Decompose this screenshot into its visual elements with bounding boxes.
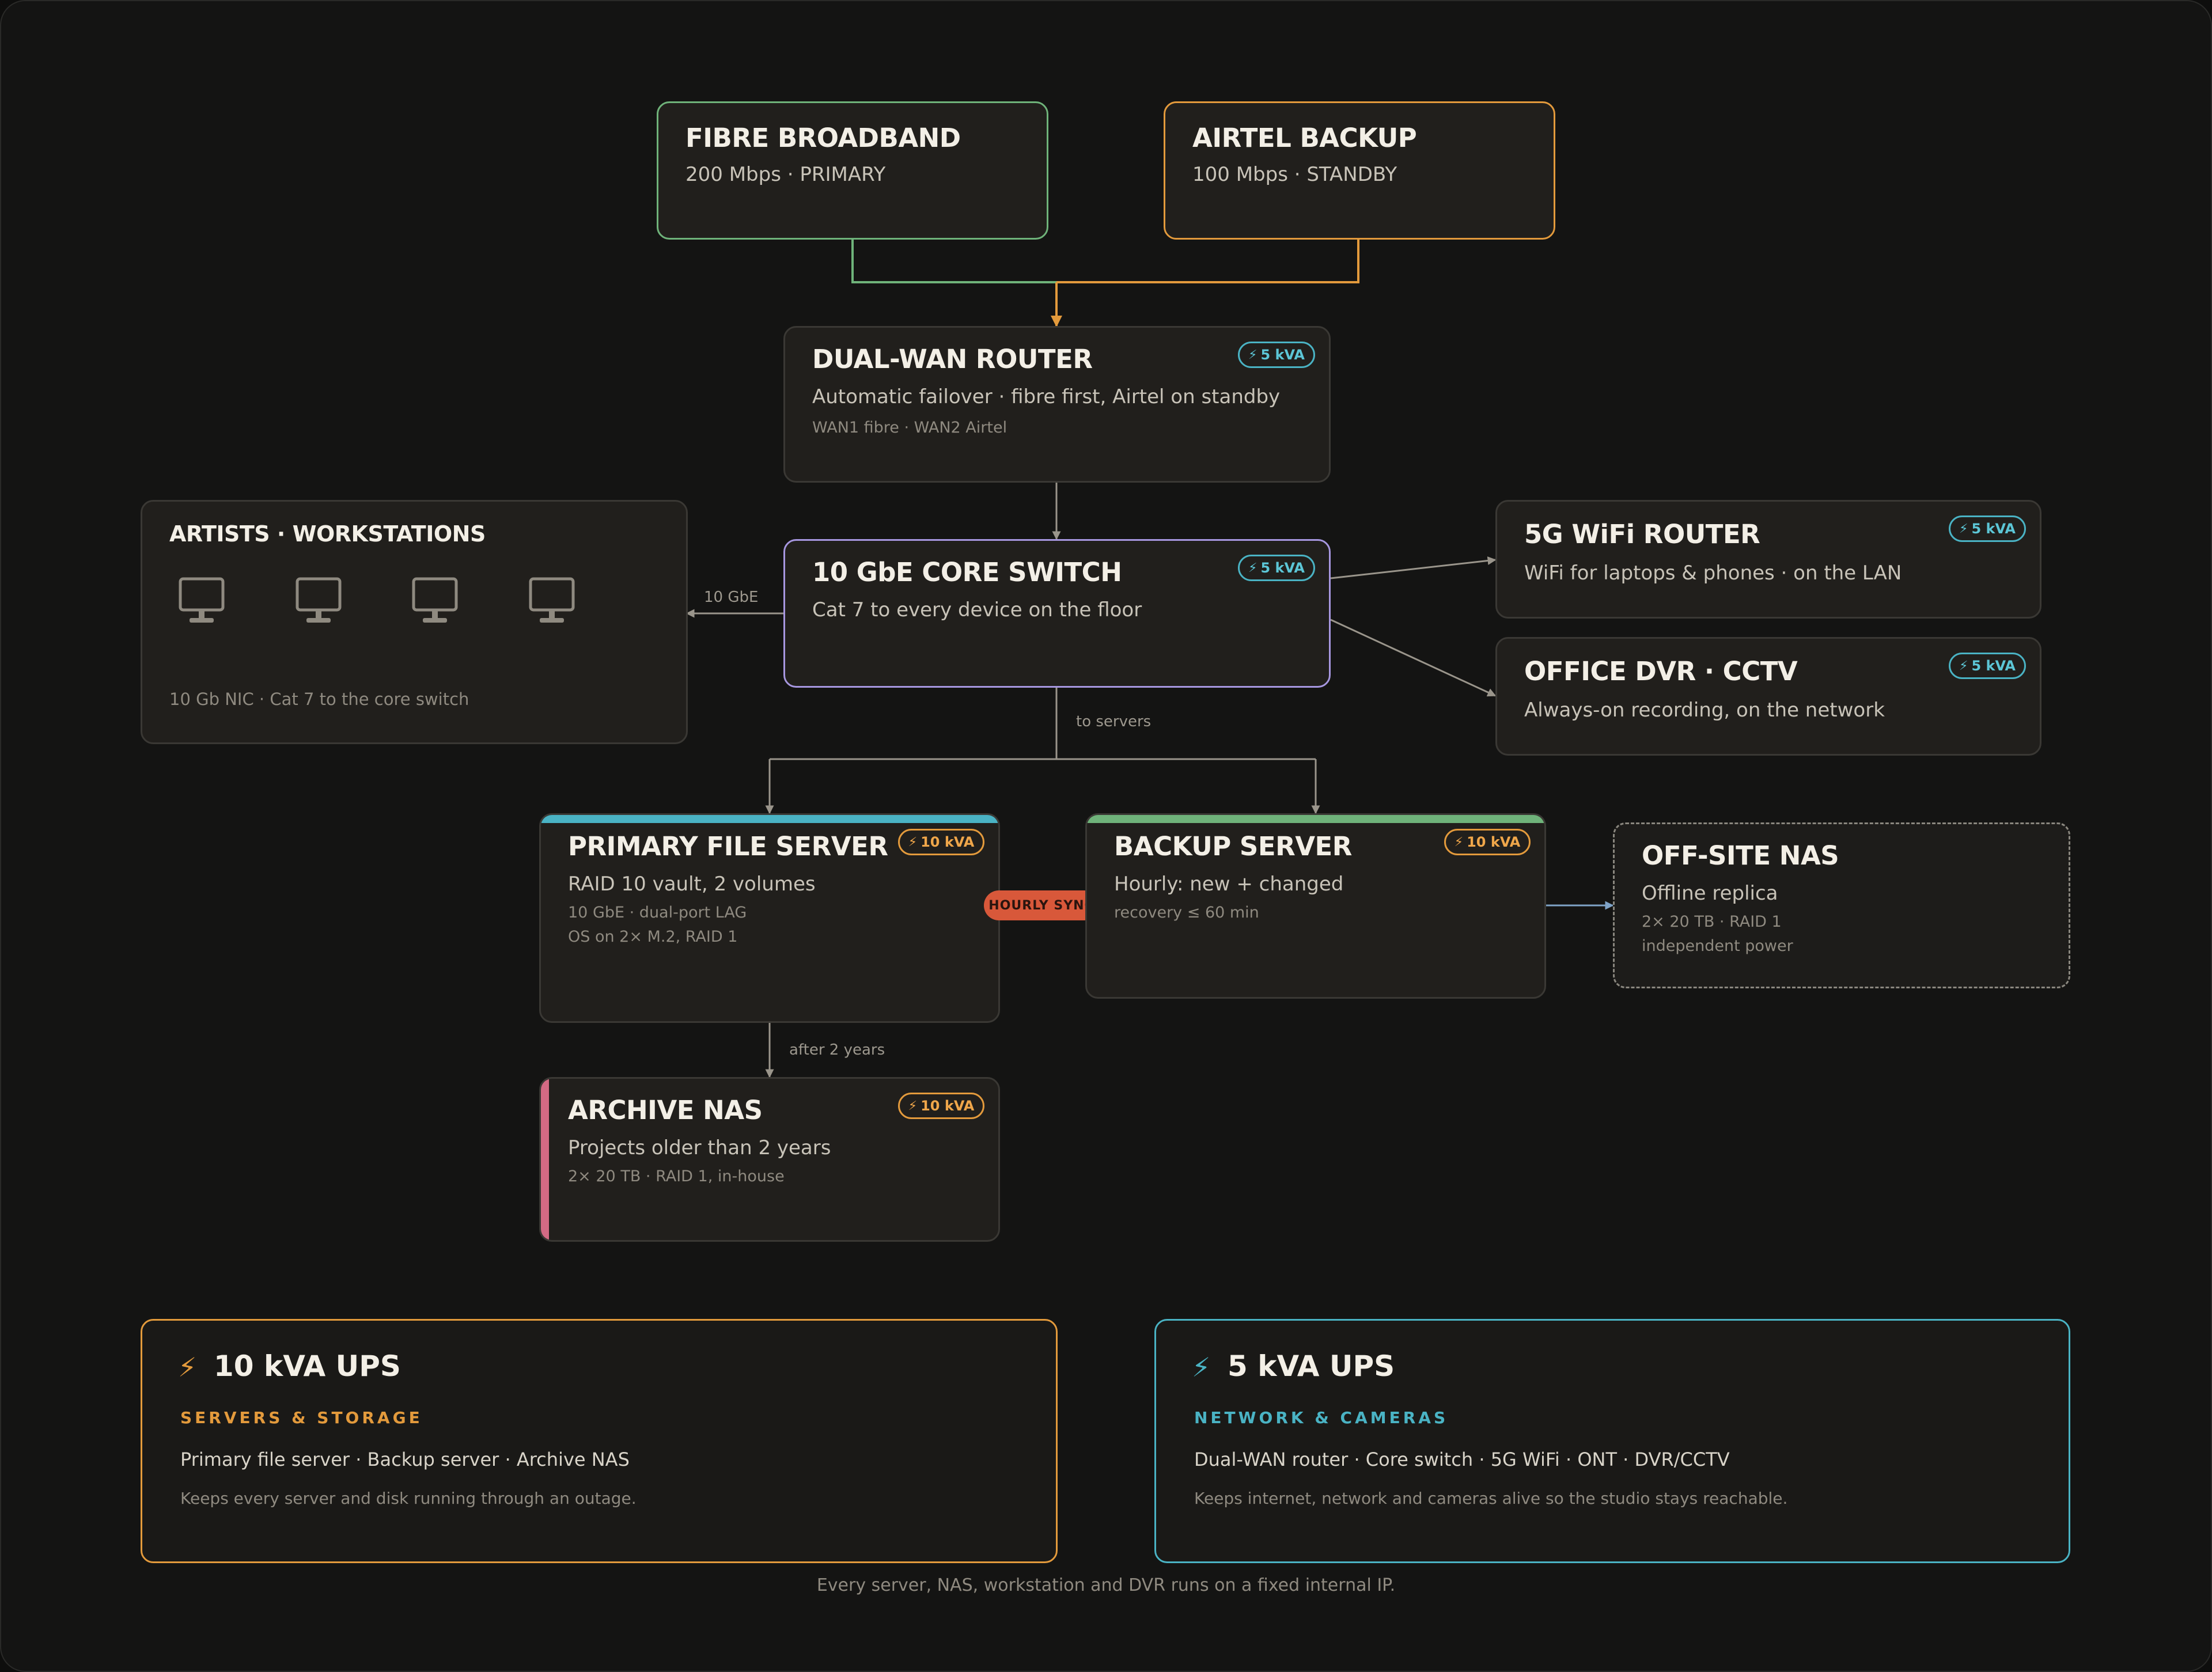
offsite-subtitle: Offline replica bbox=[1642, 882, 1778, 905]
servers-link-label: to servers bbox=[1076, 713, 1152, 730]
ups-10kva-tag: SERVERS & STORAGE bbox=[180, 1408, 423, 1427]
backup-server-node: BACKUP SERVER Hourly: new + changed reco… bbox=[1085, 813, 1546, 999]
backup-badge-label: 10 kVA bbox=[1467, 834, 1521, 850]
router-badge-label: 5 kVA bbox=[1260, 347, 1305, 363]
archive-link-label: after 2 years bbox=[789, 1041, 885, 1059]
ups-5kva-loads: Dual-WAN router · Core switch · 5G WiFi … bbox=[1194, 1449, 1730, 1470]
ups-5kva-note: Keeps internet, network and cameras aliv… bbox=[1194, 1489, 1788, 1508]
primary-subtitle: RAID 10 vault, 2 volumes bbox=[568, 873, 816, 896]
backup-power-badge: ⚡ 10 kVA bbox=[1444, 829, 1531, 855]
backup-title: BACKUP SERVER bbox=[1114, 831, 1352, 862]
archive-power-badge: ⚡ 10 kVA bbox=[898, 1093, 984, 1119]
router-power-badge: ⚡ 5 kVA bbox=[1238, 342, 1315, 368]
airtel-backup-node: AIRTEL BACKUP 100 Mbps · STANDBY bbox=[1164, 101, 1555, 240]
switch-title: 10 GbE CORE SWITCH bbox=[812, 557, 1122, 587]
fibre-to-router-line bbox=[851, 238, 1056, 283]
artists-meta: 10 Gb NIC · Cat 7 to the core switch bbox=[169, 689, 469, 709]
bolt-icon: ⚡ bbox=[1959, 658, 1968, 673]
bolt-icon: ⚡ bbox=[1959, 521, 1968, 536]
backup-meta: recovery ≤ 60 min bbox=[1114, 904, 1259, 922]
offsite-meta-disks: 2× 20 TB · RAID 1 bbox=[1642, 913, 1782, 931]
offsite-title: OFF-SITE NAS bbox=[1642, 840, 1839, 871]
primary-file-server-node: PRIMARY FILE SERVER RAID 10 vault, 2 vol… bbox=[539, 813, 1000, 1023]
airtel-title: AIRTEL BACKUP bbox=[1192, 123, 1417, 153]
router-subtitle: Automatic failover · fibre first, Airtel… bbox=[812, 385, 1281, 408]
bolt-icon: ⚡ bbox=[1192, 1352, 1211, 1383]
wifi-badge-label: 5 kVA bbox=[1971, 521, 2016, 537]
switch-to-servers-line bbox=[770, 687, 1316, 760]
wifi-power-badge: ⚡ 5 kVA bbox=[1949, 515, 2026, 542]
airtel-subtitle: 100 Mbps · STANDBY bbox=[1192, 163, 1397, 186]
backup-accent-bar bbox=[1087, 815, 1544, 823]
switch-to-dvr-arrow bbox=[1330, 619, 1497, 697]
core-switch-node: 10 GbE CORE SWITCH Cat 7 to every device… bbox=[783, 539, 1331, 688]
artists-link-label: 10 GbE bbox=[704, 589, 759, 606]
monitor-icon bbox=[296, 577, 342, 623]
fibre-broadband-node: FIBRE BROADBAND 200 Mbps · PRIMARY bbox=[657, 101, 1048, 240]
router-title: DUAL-WAN ROUTER bbox=[812, 344, 1093, 374]
offsite-nas-node: OFF-SITE NAS Offline replica 2× 20 TB · … bbox=[1613, 822, 2070, 988]
primary-badge-label: 10 kVA bbox=[921, 834, 975, 850]
archive-title: ARCHIVE NAS bbox=[568, 1095, 763, 1125]
ups-5kva-tag: NETWORK & CAMERAS bbox=[1194, 1408, 1449, 1427]
fibre-subtitle: 200 Mbps · PRIMARY bbox=[685, 163, 886, 186]
bolt-icon: ⚡ bbox=[1248, 347, 1257, 362]
monitor-icon bbox=[412, 577, 458, 623]
airtel-to-router-line bbox=[1056, 238, 1359, 283]
ups-10kva-note: Keeps every server and disk running thro… bbox=[180, 1489, 637, 1508]
router-meta: WAN1 fibre · WAN2 Airtel bbox=[812, 419, 1007, 437]
primary-meta-os: OS on 2× M.2, RAID 1 bbox=[568, 928, 738, 946]
dvr-title: OFFICE DVR · CCTV bbox=[1524, 656, 1798, 687]
backup-subtitle: Hourly: new + changed bbox=[1114, 873, 1344, 896]
offsite-meta-power: independent power bbox=[1642, 937, 1793, 955]
wifi-router-node: 5G WiFi ROUTER WiFi for laptops & phones… bbox=[1495, 500, 2041, 619]
ups-10kva-loads: Primary file server · Backup server · Ar… bbox=[180, 1449, 630, 1470]
wifi-subtitle: WiFi for laptops & phones · on the LAN bbox=[1524, 562, 1902, 585]
office-dvr-node: OFFICE DVR · CCTV Always-on recording, o… bbox=[1495, 637, 2041, 756]
artists-title: ARTISTS · WORKSTATIONS bbox=[169, 521, 486, 547]
ups-5kva-panel: ⚡ 5 kVA UPS NETWORK & CAMERAS Dual-WAN r… bbox=[1154, 1319, 2070, 1563]
primary-power-badge: ⚡ 10 kVA bbox=[898, 829, 984, 855]
archive-nas-node: ARCHIVE NAS Projects older than 2 years … bbox=[539, 1077, 1000, 1242]
hourly-sync-badge: HOURLY SYNC bbox=[984, 890, 1099, 920]
switch-to-wifi-arrow bbox=[1330, 556, 1497, 579]
ups-10kva-title: 10 kVA UPS bbox=[214, 1349, 401, 1383]
archive-accent-bar bbox=[541, 1079, 549, 1240]
archive-badge-label: 10 kVA bbox=[921, 1098, 975, 1114]
monitor-icon bbox=[179, 577, 225, 623]
monitor-icon bbox=[529, 577, 575, 623]
ups-10kva-panel: ⚡ 10 kVA UPS SERVERS & STORAGE Primary f… bbox=[141, 1319, 1058, 1563]
network-diagram: FIBRE BROADBAND 200 Mbps · PRIMARY AIRTE… bbox=[0, 0, 2212, 1672]
bolt-icon: ⚡ bbox=[908, 1098, 918, 1113]
dual-wan-router-node: DUAL-WAN ROUTER Automatic failover · fib… bbox=[783, 326, 1331, 483]
bolt-icon: ⚡ bbox=[908, 835, 918, 850]
wifi-title: 5G WiFi ROUTER bbox=[1524, 519, 1760, 549]
archive-meta: 2× 20 TB · RAID 1, in-house bbox=[568, 1167, 785, 1185]
switch-subtitle: Cat 7 to every device on the floor bbox=[812, 598, 1142, 621]
dvr-power-badge: ⚡ 5 kVA bbox=[1949, 653, 2026, 679]
primary-meta-network: 10 GbE · dual-port LAG bbox=[568, 904, 747, 922]
dvr-badge-label: 5 kVA bbox=[1971, 658, 2016, 674]
bolt-icon: ⚡ bbox=[1454, 835, 1464, 850]
bolt-icon: ⚡ bbox=[1248, 560, 1257, 575]
bolt-icon: ⚡ bbox=[178, 1352, 197, 1383]
artists-workstations-node: ARTISTS · WORKSTATIONS 10 Gb NIC · Cat 7… bbox=[141, 500, 688, 744]
footer-note: Every server, NAS, workstation and DVR r… bbox=[816, 1575, 1396, 1595]
archive-subtitle: Projects older than 2 years bbox=[568, 1136, 831, 1159]
primary-title: PRIMARY FILE SERVER bbox=[568, 831, 888, 862]
ups-5kva-title: 5 kVA UPS bbox=[1228, 1349, 1395, 1383]
switch-power-badge: ⚡ 5 kVA bbox=[1238, 555, 1315, 581]
fibre-title: FIBRE BROADBAND bbox=[685, 123, 961, 153]
primary-accent-bar bbox=[541, 815, 998, 823]
dvr-subtitle: Always-on recording, on the network bbox=[1524, 699, 1885, 722]
switch-badge-label: 5 kVA bbox=[1260, 560, 1305, 576]
